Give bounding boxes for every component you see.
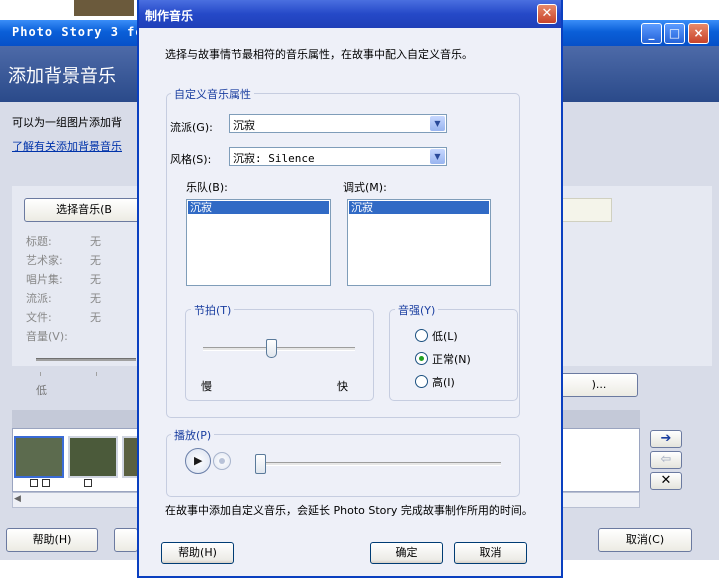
tempo-slow-label: 慢 (201, 380, 212, 393)
delete-button[interactable]: ✕ (650, 472, 682, 490)
volume-tick (40, 372, 41, 376)
play-progress-thumb[interactable] (255, 454, 266, 474)
mood-list-item[interactable]: 沉寂 (349, 201, 489, 214)
background-close-button[interactable]: × (688, 23, 709, 44)
genre-label: 流派(G): (170, 121, 213, 134)
meta-value-album: 无 (90, 273, 101, 286)
background-volume-slider[interactable] (36, 358, 136, 361)
intensity-normal-radio[interactable] (415, 352, 428, 365)
stop-button[interactable] (213, 452, 231, 470)
genre-value: 沉寂 (233, 119, 255, 132)
dialog-title: 制作音乐 (145, 9, 194, 23)
chevron-down-icon[interactable]: ▼ (430, 116, 445, 131)
filmstrip-thumbnail[interactable] (68, 436, 118, 478)
background-edit-button[interactable]: )... (560, 373, 638, 397)
intensity-normal-label[interactable]: 正常(N) (432, 351, 471, 367)
edit-icon[interactable] (42, 479, 50, 487)
dialog-help-button[interactable]: 帮助(H) (161, 542, 234, 564)
dialog-instruction: 选择与故事情节最相符的音乐属性，在故事中配入自定义音乐。 (165, 48, 473, 61)
background-middle-button[interactable] (114, 528, 138, 552)
volume-tick (96, 372, 97, 376)
stop-icon (219, 458, 225, 464)
dialog-note: 在故事中添加自定义音乐，会延长 Photo Story 完成故事制作所用的时间。 (165, 504, 533, 517)
band-listbox[interactable]: 沉寂 (186, 199, 331, 286)
dialog-close-button[interactable]: ✕ (537, 4, 557, 24)
background-window-title: Photo Story 3 fo (12, 25, 144, 39)
intensity-title: 音强(Y) (395, 302, 439, 318)
dialog-cancel-button[interactable]: 取消 (454, 542, 527, 564)
mood-label: 调式(M): (343, 181, 387, 194)
custom-attributes-title: 自定义音乐属性 (171, 86, 254, 102)
meta-label-title: 标题: (26, 235, 52, 248)
tempo-title: 节拍(T) (191, 302, 235, 318)
move-left-button[interactable]: ⇦ (650, 451, 682, 469)
edit-icon[interactable] (30, 479, 38, 487)
dialog-titlebar: 制作音乐 ✕ (139, 0, 561, 28)
meta-label-album: 唱片集: (26, 273, 63, 286)
play-progress-track[interactable] (257, 462, 501, 466)
background-cancel-button[interactable]: 取消(C) (598, 528, 692, 552)
tempo-slider-thumb[interactable] (266, 339, 278, 358)
style-value: 沉寂: Silence (233, 152, 315, 165)
move-right-button[interactable]: ➔ (650, 430, 682, 448)
edit-icon[interactable] (84, 479, 92, 487)
meta-value-artist: 无 (90, 254, 101, 267)
tempo-slider-track[interactable] (203, 347, 355, 351)
chevron-down-icon[interactable]: ▼ (430, 149, 445, 164)
background-help-link[interactable]: 了解有关添加背景音乐 (12, 138, 122, 154)
close-icon: ✕ (541, 6, 553, 21)
select-music-button[interactable]: 选择音乐(B (24, 198, 144, 222)
dialog-ok-button[interactable]: 确定 (370, 542, 443, 564)
meta-value-file: 无 (90, 311, 101, 324)
background-help-button[interactable]: 帮助(H) (6, 528, 98, 552)
style-label: 风格(S): (170, 153, 212, 166)
meta-value-title: 无 (90, 235, 101, 248)
intensity-high-label[interactable]: 高(I) (432, 374, 455, 390)
background-header-title: 添加背景音乐 (8, 66, 116, 87)
background-field (560, 198, 612, 222)
intensity-low-radio[interactable] (415, 329, 428, 342)
tempo-fast-label: 快 (337, 380, 348, 393)
band-label: 乐队(B): (186, 181, 228, 194)
maximize-button[interactable]: □ (664, 23, 685, 44)
filmstrip-thumbnail[interactable] (14, 436, 64, 478)
play-button[interactable]: ▶ (185, 448, 211, 474)
meta-label-volume: 音量(V): (26, 330, 68, 343)
mood-listbox[interactable]: 沉寂 (347, 199, 491, 286)
volume-low-label: 低 (36, 384, 47, 397)
minimize-button[interactable]: _ (641, 23, 662, 44)
meta-label-genre: 流派: (26, 292, 52, 305)
background-description: 可以为一组图片添加背 (12, 116, 122, 129)
play-title: 播放(P) (171, 427, 215, 443)
style-select[interactable]: 沉寂: Silence ▼ (229, 147, 447, 166)
genre-select[interactable]: 沉寂 ▼ (229, 114, 447, 133)
band-list-item[interactable]: 沉寂 (188, 201, 329, 214)
intensity-low-label[interactable]: 低(L) (432, 328, 458, 344)
meta-label-artist: 艺术家: (26, 254, 63, 267)
create-music-dialog: 制作音乐 ✕ 选择与故事情节最相符的音乐属性，在故事中配入自定义音乐。 自定义音… (137, 0, 563, 578)
meta-label-file: 文件: (26, 311, 52, 324)
scroll-left-icon[interactable]: ◀ (14, 494, 24, 506)
meta-value-genre: 无 (90, 292, 101, 305)
intensity-high-radio[interactable] (415, 375, 428, 388)
background-thumbnail (74, 0, 134, 16)
play-icon: ▶ (194, 454, 203, 467)
